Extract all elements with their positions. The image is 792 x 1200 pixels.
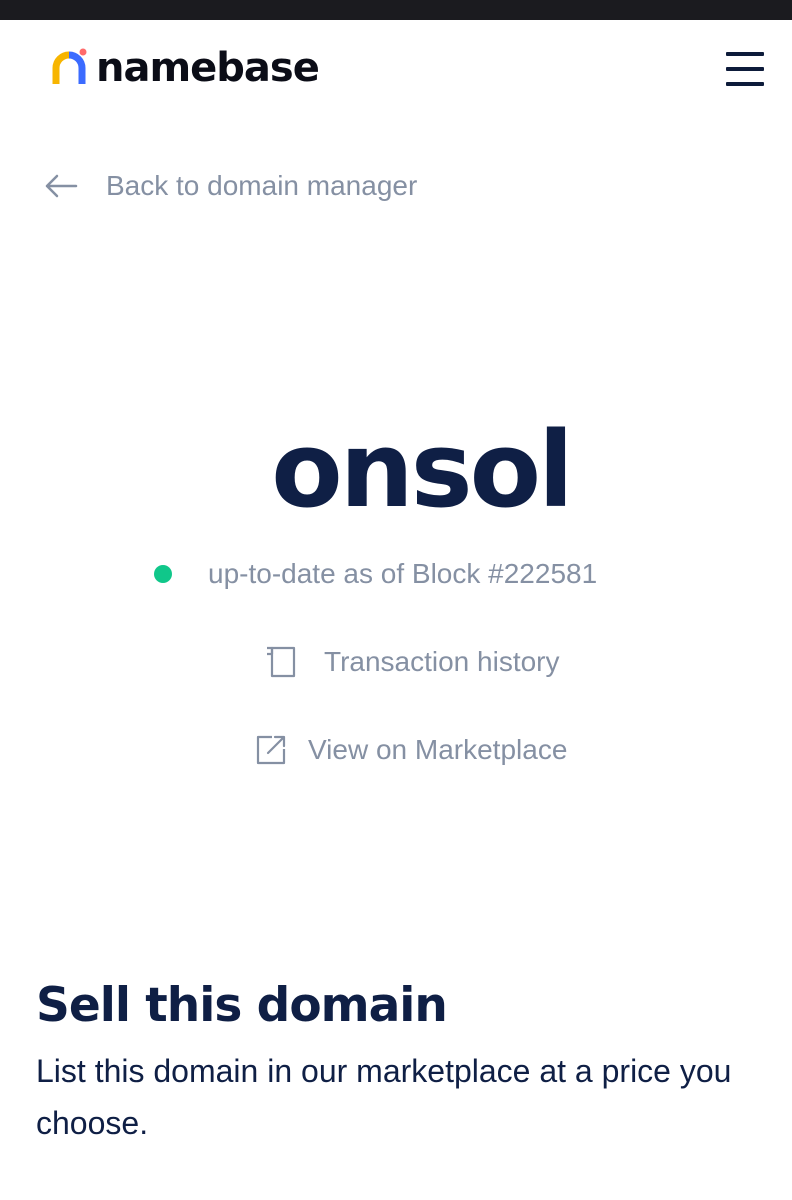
back-link-label: Back to domain manager xyxy=(106,170,418,201)
view-on-marketplace-label: View on Marketplace xyxy=(308,734,568,765)
status-dot-icon xyxy=(154,565,172,583)
arrow-left-icon xyxy=(45,174,78,198)
back-to-domain-manager-link[interactable]: Back to domain manager xyxy=(44,164,417,208)
transaction-history-link[interactable]: Transaction history xyxy=(264,640,560,684)
logo-wordmark: namebase xyxy=(96,45,320,91)
status-text: up-to-date as of Block #222581 xyxy=(208,558,598,589)
namebase-logo[interactable]: namebase xyxy=(52,45,320,91)
browser-top-bar xyxy=(0,0,792,20)
sell-section-description: List this domain in our marketplace at a… xyxy=(36,1053,732,1141)
page: namebase Back to domain manager onsol up… xyxy=(0,0,792,1200)
hamburger-menu-icon xyxy=(726,82,764,86)
view-on-marketplace-link[interactable]: View on Marketplace xyxy=(254,728,567,772)
hamburger-menu-icon xyxy=(726,52,764,56)
document-icon xyxy=(267,646,296,678)
hamburger-menu-icon xyxy=(726,67,764,71)
sync-status: up-to-date as of Block #222581 xyxy=(154,552,597,596)
hamburger-menu-button[interactable] xyxy=(722,50,768,88)
domain-name-title: onsol xyxy=(271,409,574,531)
transaction-history-label: Transaction history xyxy=(324,646,560,677)
external-link-icon xyxy=(256,735,286,765)
sell-section-title: Sell this domain xyxy=(36,978,448,1033)
namebase-logo-icon xyxy=(52,48,87,84)
